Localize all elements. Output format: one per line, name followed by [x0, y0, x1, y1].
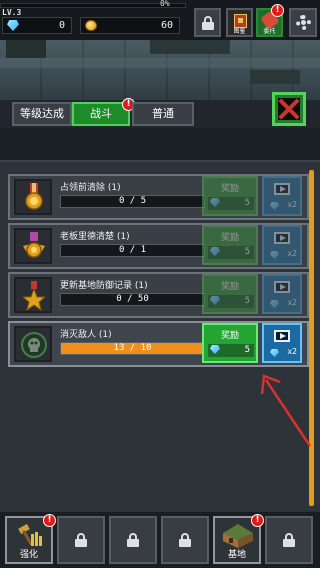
quest-medal-frame: [14, 228, 52, 264]
quest-progress-text: 0 / 1: [118, 245, 147, 255]
quest-medal-frame: [14, 326, 52, 362]
quest-row: 更新基地防御记录 (1) 0 / 50 奖励 5 x2: [8, 272, 309, 318]
nav-base[interactable]: 基地 !: [213, 514, 264, 564]
close-button[interactable]: [272, 92, 306, 126]
tab-normal[interactable]: 普通: [132, 102, 194, 126]
alert-badge: !: [271, 4, 284, 17]
video-icon: [274, 281, 290, 293]
tab-battle-label: 战斗: [90, 107, 112, 120]
quest-row: 消灭敌人 (1) 13 / 10 奖励 5 x2: [8, 321, 309, 367]
winged-medal-icon: [23, 232, 45, 258]
video-icon: [274, 232, 290, 244]
reward-label: 奖励: [220, 282, 239, 292]
dictionary-label: 图鉴: [233, 28, 246, 35]
medal-icon: [25, 183, 43, 210]
watch-ad-double-button[interactable]: x2: [262, 225, 302, 265]
ad-multiplier: x2: [287, 347, 297, 356]
watch-ad-double-button[interactable]: x2: [262, 274, 302, 314]
nav-upgrade[interactable]: 强化 !: [5, 514, 56, 564]
nav-base-label: 基地: [227, 550, 246, 560]
reward-gem-amount: 5: [244, 247, 250, 257]
quest-progress-text: 0 / 50: [116, 294, 149, 304]
gem-count: 0: [58, 20, 65, 31]
quest-progress-text: 13 / 10: [113, 343, 152, 353]
reward-label: 奖励: [220, 184, 239, 194]
quest-title: 消灭敌人 (1): [60, 330, 112, 340]
claim-reward-button[interactable]: 奖励 5: [202, 176, 258, 216]
player-level: LV.3: [2, 8, 22, 17]
reward-gem-amount: 5: [244, 296, 250, 306]
ad-multiplier: x2: [287, 298, 297, 307]
coin-icon: [85, 20, 97, 31]
quest-progress-bar: 0 / 50: [60, 293, 205, 306]
diamond-icon: [270, 300, 279, 308]
alert-badge: !: [43, 514, 56, 527]
hammer-icon: [18, 524, 42, 546]
ad-multiplier: x2: [287, 200, 297, 209]
diamond-icon: [7, 20, 19, 31]
lock-icon: [74, 533, 88, 547]
house-icon: [223, 524, 253, 548]
ad-multiplier: x2: [287, 249, 297, 258]
reward-gem-amount: 5: [244, 198, 250, 208]
claim-reward-button[interactable]: 奖励 5: [202, 225, 258, 265]
nav-locked-slot[interactable]: [57, 516, 105, 564]
reward-label: 奖励: [220, 233, 239, 243]
quest-medal-frame: [14, 179, 52, 215]
red-pointer-arrow: [260, 374, 312, 447]
claim-reward-button[interactable]: 奖励 5: [202, 274, 258, 314]
diamond-icon: [210, 296, 220, 305]
reward-gem-amount: 5: [244, 345, 250, 355]
diamond-icon: [270, 251, 279, 259]
alert-badge: !: [251, 514, 264, 527]
nav-locked-slot[interactable]: [109, 516, 157, 564]
xp-bar: [0, 3, 186, 8]
settings-button[interactable]: [289, 8, 317, 37]
quest-title: 占领前清除 (1): [60, 183, 121, 193]
gear-icon: [296, 15, 311, 30]
gem-counter: 0: [2, 17, 72, 34]
quest-row: 占领前清除 (1) 0 / 5 奖励 5 x2: [8, 174, 309, 220]
watch-ad-double-button[interactable]: x2: [262, 176, 302, 216]
close-icon: [278, 98, 300, 120]
quest-progress-bar: 0 / 1: [60, 244, 205, 257]
tab-level-achieve[interactable]: 等级达成: [12, 102, 72, 126]
quest-medal-frame: [14, 277, 52, 313]
skull-emblem-icon: [21, 332, 47, 358]
coin-counter: 60: [80, 17, 180, 34]
tab-battle[interactable]: 战斗 !: [72, 98, 135, 126]
nav-locked-slot[interactable]: [161, 516, 209, 564]
commission-label: 委托: [263, 28, 276, 35]
quest-title: 老板里德清楚 (1): [60, 232, 130, 242]
lock-icon: [126, 533, 140, 547]
claim-reward-button[interactable]: 奖励 5: [202, 323, 258, 363]
lock-icon: [282, 533, 296, 547]
coin-count: 60: [160, 20, 173, 31]
nav-upgrade-label: 强化: [19, 550, 38, 560]
video-icon: [274, 330, 290, 342]
locked-feature-button[interactable]: [194, 8, 221, 37]
top-hud: 0% LV.3 0 60 图鉴 委托 !: [0, 0, 320, 40]
diamond-icon: [210, 345, 220, 354]
diamond-icon: [210, 247, 220, 256]
diamond-icon: [270, 202, 279, 210]
watch-ad-double-button[interactable]: x2: [262, 323, 302, 363]
diamond-icon: [270, 349, 279, 357]
reward-label: 奖励: [220, 331, 239, 341]
diamond-icon: [210, 198, 220, 207]
video-icon: [274, 183, 290, 195]
quest-progress-bar: 13 / 10: [60, 342, 205, 355]
dictionary-button[interactable]: 图鉴: [226, 8, 253, 37]
quest-title: 更新基地防御记录 (1): [60, 281, 148, 291]
commission-button[interactable]: 委托 !: [256, 4, 284, 37]
nav-locked-slot[interactable]: [265, 516, 313, 564]
lock-icon: [201, 15, 215, 30]
scrollbar[interactable]: [309, 170, 314, 506]
star-medal-icon: [23, 281, 45, 311]
xp-percent: 0%: [160, 0, 170, 8]
lock-icon: [178, 533, 192, 547]
quest-progress-text: 0 / 5: [118, 196, 147, 206]
quest-progress-bar: 0 / 5: [60, 195, 205, 208]
quest-row: 老板里德清楚 (1) 0 / 1 奖励 5 x2: [8, 223, 309, 269]
